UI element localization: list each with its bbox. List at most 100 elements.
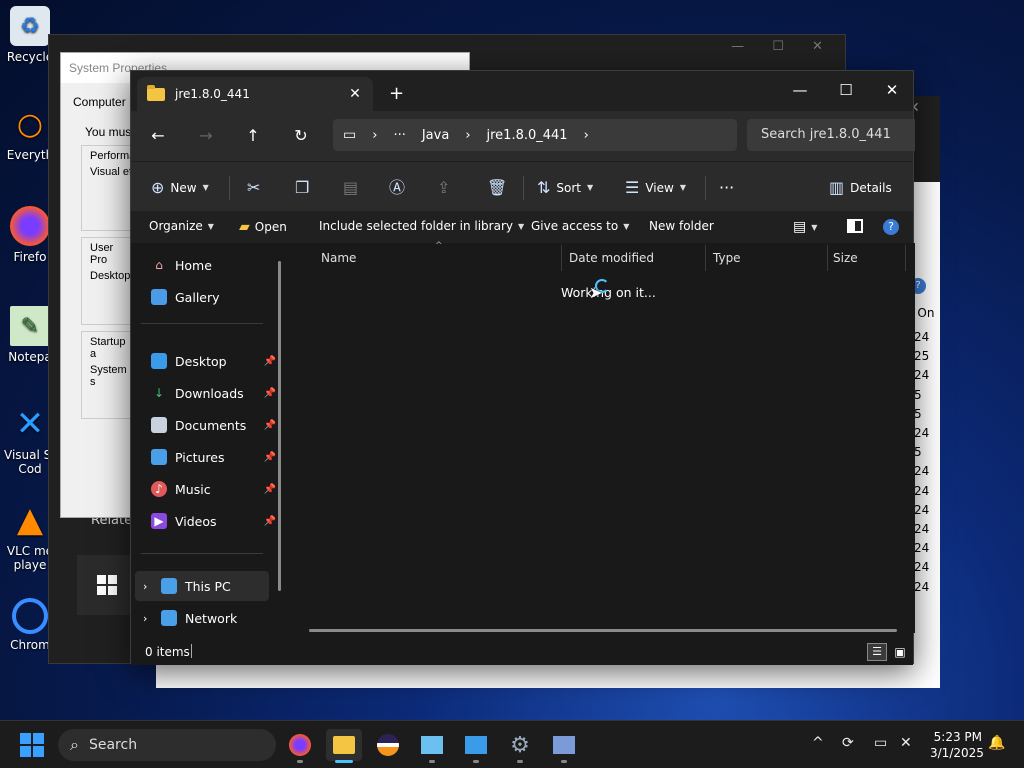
taskbar-app-settings[interactable]: ⚙: [502, 729, 538, 763]
column-header-name[interactable]: Name: [321, 251, 356, 265]
column-header-date-modified[interactable]: Date modified: [569, 251, 654, 265]
column-header-type[interactable]: Type: [713, 251, 741, 265]
details-pane-button[interactable]: ▥ Details: [829, 176, 892, 200]
sidebar-item-network[interactable]: › Network: [143, 604, 268, 632]
explorer-title-bar: jre1.8.0_441 ✕ + — ☐ ✕: [131, 71, 913, 111]
copy-button[interactable]: ❐: [295, 176, 309, 200]
paste-button[interactable]: ▤: [343, 176, 358, 200]
tab-close-icon[interactable]: ✕: [343, 86, 367, 102]
taskbar-app-remote-desktop[interactable]: [458, 729, 494, 763]
column-header-size[interactable]: Size: [833, 251, 858, 265]
sidebar-item-home[interactable]: ⌂ Home: [151, 251, 276, 279]
info-text: You must: [85, 125, 135, 139]
details-pane-icon: ▥: [829, 178, 845, 197]
pin-icon[interactable]: 📌: [264, 516, 276, 527]
new-folder-button[interactable]: New folder: [649, 219, 714, 233]
taskbar-app-control-panel[interactable]: [414, 729, 450, 763]
taskbar-app-system-properties[interactable]: [546, 729, 582, 763]
sidebar-item-this-pc[interactable]: › This PC: [143, 572, 268, 600]
refresh-button[interactable]: ↻: [286, 123, 316, 149]
show-hidden-icons-button[interactable]: ^: [812, 735, 824, 751]
rename-icon: Ⓐ: [389, 178, 406, 197]
update-status-icon[interactable]: ⟳: [842, 735, 854, 751]
windows-logo-tile: [77, 555, 137, 615]
column-divider[interactable]: [705, 245, 706, 271]
column-divider[interactable]: [827, 245, 828, 271]
explorer-tab[interactable]: jre1.8.0_441 ✕: [137, 77, 373, 111]
clock[interactable]: 5:23 PM 3/1/2025: [930, 729, 984, 761]
back-button[interactable]: ←: [143, 123, 173, 149]
sidebar-item-music[interactable]: ♪ Music 📌: [151, 475, 276, 503]
preview-pane-button[interactable]: [847, 219, 863, 233]
give-access-button[interactable]: Give access to ▼: [531, 219, 629, 233]
new-label: New: [170, 181, 197, 195]
breadcrumb-java[interactable]: Java: [422, 128, 449, 143]
sidebar-item-videos[interactable]: ▶ Videos 📌: [151, 507, 276, 535]
pin-icon[interactable]: 📌: [264, 484, 276, 495]
share-button[interactable]: ⇪: [437, 176, 450, 200]
sidebar-item-documents[interactable]: Documents 📌: [151, 411, 276, 439]
breadcrumb-jre[interactable]: jre1.8.0_441: [487, 128, 568, 143]
view-list-icon: ☰: [625, 178, 640, 197]
change-view-button[interactable]: ▤ ▼: [793, 219, 817, 235]
new-button[interactable]: ⊕ New ▼: [151, 176, 209, 200]
sidebar-item-gallery[interactable]: Gallery: [151, 283, 276, 311]
taskbar-app-eclipse[interactable]: [370, 729, 406, 761]
minimize-icon[interactable]: —: [731, 39, 744, 61]
minimize-button[interactable]: —: [777, 75, 823, 105]
new-tab-button[interactable]: +: [389, 83, 404, 104]
date-cell: 25: [914, 349, 930, 364]
chevron-right-icon[interactable]: ›: [143, 612, 153, 625]
help-button[interactable]: ?: [883, 219, 899, 235]
sort-button[interactable]: ⇅ Sort ▼: [537, 176, 593, 200]
windows-logo-quadrant: [33, 746, 44, 757]
column-divider[interactable]: [561, 245, 562, 271]
rename-button[interactable]: Ⓐ: [389, 176, 405, 200]
gallery-icon: [151, 289, 167, 305]
more-options-button[interactable]: ···: [719, 176, 734, 200]
forward-button[interactable]: →: [191, 123, 221, 149]
pin-icon[interactable]: 📌: [264, 388, 276, 399]
chevron-right-icon[interactable]: ›: [143, 580, 153, 593]
network-status-icon[interactable]: ▭: [874, 735, 887, 751]
notification-bell-icon[interactable]: 🔔: [988, 735, 1005, 751]
pin-icon[interactable]: 📌: [264, 420, 276, 431]
maximize-button[interactable]: ☐: [823, 75, 869, 105]
tab-computer-name[interactable]: Computer N: [73, 95, 138, 109]
column-divider[interactable]: [905, 245, 906, 271]
details-view-button[interactable]: ☰: [867, 643, 887, 661]
gear-icon: ⚙: [510, 732, 530, 758]
large-icons-view-button[interactable]: ▣: [891, 643, 909, 661]
close-icon[interactable]: ✕: [812, 39, 823, 61]
cut-button[interactable]: ✂: [247, 176, 260, 200]
sidebar-item-downloads[interactable]: ↓ Downloads 📌: [151, 379, 276, 407]
sidebar-item-pictures[interactable]: Pictures 📌: [151, 443, 276, 471]
sidebar-scrollbar[interactable]: [278, 261, 281, 591]
pin-icon[interactable]: 📌: [264, 452, 276, 463]
maximize-icon[interactable]: ☐: [772, 39, 784, 61]
taskbar-app-firefox[interactable]: [282, 729, 318, 763]
organize-button[interactable]: Organize ▼: [149, 219, 214, 233]
search-input[interactable]: Search jre1.8.0_441: [747, 119, 915, 151]
horizontal-scrollbar[interactable]: [309, 629, 897, 632]
date-cell: 24: [914, 522, 930, 537]
divider: [191, 644, 192, 658]
open-button[interactable]: ▰ Open: [239, 219, 287, 235]
volume-muted-icon[interactable]: ✕: [900, 735, 912, 751]
address-box[interactable]: ▭ › ··· Java › jre1.8.0_441 ›: [333, 119, 737, 151]
pin-icon[interactable]: 📌: [264, 356, 276, 367]
taskbar-app-file-explorer[interactable]: [326, 729, 362, 763]
close-button[interactable]: ✕: [869, 75, 915, 105]
share-icon: ⇪: [437, 178, 451, 197]
sidebar-item-desktop[interactable]: Desktop 📌: [151, 347, 276, 375]
delete-button[interactable]: 🗑: [487, 176, 507, 200]
start-button[interactable]: [20, 733, 44, 757]
taskbar-search-box[interactable]: ⌕ Search: [58, 729, 276, 761]
breadcrumb-overflow[interactable]: ···: [393, 128, 405, 143]
view-button[interactable]: ☰ View ▼: [625, 176, 686, 200]
up-button[interactable]: ↑: [238, 123, 268, 149]
search-icon: ⌕: [70, 735, 79, 754]
include-in-library-button[interactable]: Include selected folder in library ▼: [319, 219, 524, 233]
date-cell: 5: [914, 387, 922, 402]
tab-title: jre1.8.0_441: [175, 87, 250, 101]
